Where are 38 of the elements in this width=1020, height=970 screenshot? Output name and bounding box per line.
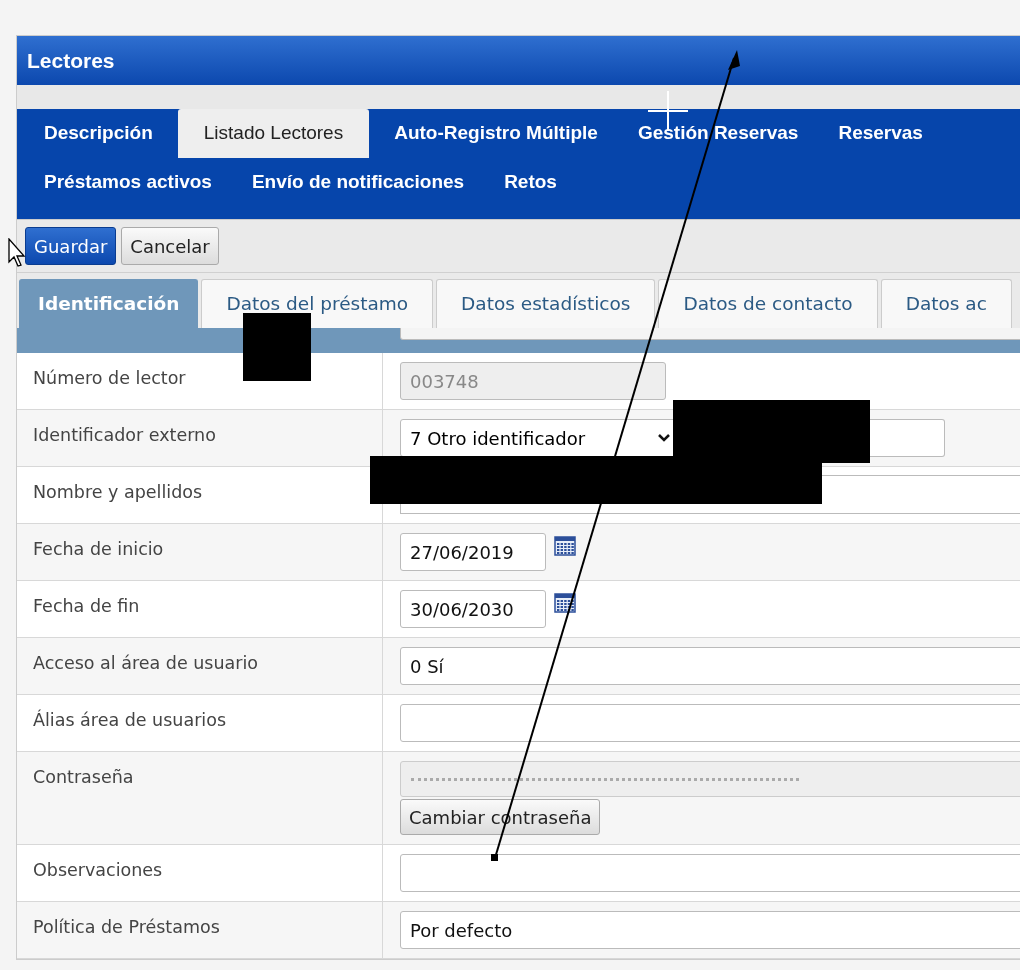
- nav-tab[interactable]: Reservas: [823, 109, 938, 158]
- field-label: Contraseña: [33, 767, 134, 787]
- field-label: Número de lector: [33, 368, 186, 388]
- chevron-icon: [657, 433, 671, 443]
- text-field[interactable]: 0 Sí: [400, 647, 1020, 685]
- form-tab[interactable]: Datos ac: [880, 279, 1012, 328]
- dropdown[interactable]: 7 Otro identificador: [400, 419, 676, 457]
- nav-tab[interactable]: Listado Lectores: [177, 109, 370, 158]
- field-label: Observaciones: [33, 860, 163, 880]
- date-field[interactable]: 30/06/2030: [400, 590, 546, 628]
- date-field[interactable]: 27/06/2019: [400, 533, 546, 571]
- nav-tab[interactable]: Retos: [489, 158, 572, 207]
- nav-tab[interactable]: Descripción: [29, 109, 168, 158]
- field-label: Acceso al área de usuario: [33, 653, 259, 673]
- field-label: Fecha de inicio: [33, 539, 164, 559]
- field-label: Identificador externo: [33, 425, 216, 445]
- text-field[interactable]: [400, 328, 1020, 340]
- text-field[interactable]: [870, 419, 945, 457]
- text-field[interactable]: [400, 854, 1020, 892]
- form-tab[interactable]: Datos estadísticos: [436, 279, 656, 328]
- form-tab[interactable]: Datos del préstamo: [201, 279, 434, 328]
- save-button[interactable]: Guardar: [25, 227, 117, 265]
- field-label: Fecha de fin: [33, 596, 140, 616]
- nav-tab[interactable]: Auto-Registro Múltiple: [379, 109, 613, 158]
- calendar-icon[interactable]: [554, 592, 576, 614]
- text-field[interactable]: [400, 704, 1020, 742]
- nav-tab[interactable]: Envío de notificaciones: [236, 158, 480, 207]
- form-tab[interactable]: Datos de contacto: [658, 279, 878, 328]
- redaction-box: [243, 313, 311, 381]
- text-field[interactable]: Por defecto: [400, 911, 1020, 949]
- nav-tab[interactable]: Gestión Reservas: [622, 109, 814, 158]
- nav-tab[interactable]: Préstamos activos: [29, 158, 227, 207]
- field-label: Álias área de usuarios: [33, 710, 227, 730]
- panel-title: Lectores: [27, 47, 115, 74]
- calendar-icon[interactable]: [554, 535, 576, 557]
- cancel-button[interactable]: Cancelar: [121, 227, 219, 265]
- field-label: Política de Préstamos: [33, 917, 220, 937]
- field-label: Nombre y apellidos: [33, 482, 203, 502]
